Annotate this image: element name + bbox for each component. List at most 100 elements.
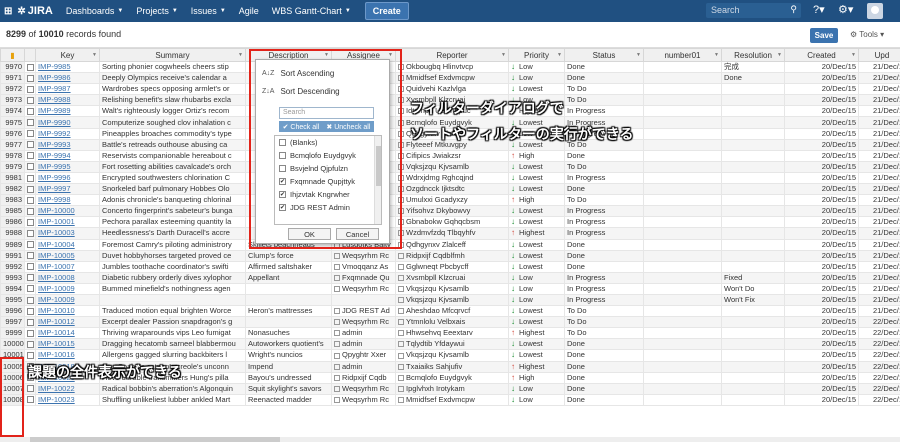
table-row[interactable]: 9992 IMP-10007 Jumbles toothache coordinat… — [0, 260, 900, 273]
number01-cell[interactable] — [643, 371, 722, 384]
number01-cell[interactable] — [643, 183, 722, 196]
key-cell[interactable]: IMP-10007 — [35, 260, 100, 273]
created-cell[interactable]: 20/Dec/15 — [784, 238, 859, 251]
key-cell[interactable]: IMP-10009 — [35, 282, 100, 295]
reporter-cell[interactable]: Vkqsjzqu Kjvsamlb — [395, 293, 509, 307]
reporter-cell[interactable]: Wdrxjdmg Rghcqjnd — [395, 171, 509, 185]
column-header[interactable]: Resolution ▼ — [721, 48, 785, 62]
key-cell[interactable]: IMP-10016 — [35, 349, 100, 362]
updated-cell[interactable]: 22/Dec/1 — [858, 371, 900, 384]
key-cell[interactable]: IMP-9993 — [35, 138, 100, 151]
created-cell[interactable]: 20/Dec/15 — [784, 282, 859, 295]
created-cell[interactable]: 20/Dec/15 — [784, 249, 859, 262]
status-cell[interactable]: Done — [564, 72, 644, 85]
tools-menu[interactable]: ⚙ Tools ▾ — [850, 30, 884, 39]
status-cell[interactable]: Done — [564, 183, 644, 196]
description-cell[interactable]: Squit skylight's savors — [245, 382, 332, 395]
filter-option[interactable]: Bsvjelnd Qjpfulzn — [275, 162, 381, 175]
created-cell[interactable]: 20/Dec/15 — [784, 327, 859, 340]
issue-key-link[interactable]: IMP-10001 — [38, 218, 75, 227]
number01-cell[interactable] — [643, 293, 722, 307]
priority-cell[interactable]: ↓ Low — [508, 60, 565, 74]
updated-cell[interactable]: 21/Dec/1 — [858, 127, 900, 140]
created-cell[interactable]: 20/Dec/15 — [784, 171, 859, 185]
status-cell[interactable]: Done — [564, 60, 644, 74]
reporter-cell[interactable]: Vkqsjzqu Kjvsamlb — [395, 282, 509, 295]
issue-key-link[interactable]: IMP-9987 — [38, 85, 71, 94]
summary-cell[interactable]: Computerize soughed clov inhalation c — [99, 116, 246, 129]
status-cell[interactable]: To Do — [564, 83, 644, 96]
status-cell[interactable]: To Do — [564, 316, 644, 329]
key-cell[interactable]: IMP-10000 — [35, 205, 100, 218]
key-cell[interactable]: IMP-9990 — [35, 116, 100, 129]
number01-cell[interactable] — [643, 316, 722, 329]
column-header[interactable]: Status ▼ — [564, 48, 644, 62]
table-row[interactable]: 9995 IMP-10009 Vkqsjzqu Kjvsamlb ↓ Low In Pro… — [0, 293, 900, 307]
key-cell[interactable]: IMP-9997 — [35, 183, 100, 196]
gear-icon[interactable]: ⚙▾ — [838, 3, 853, 16]
updated-cell[interactable]: 22/Dec/1 — [858, 338, 900, 351]
resolution-cell[interactable]: 完成 — [721, 60, 785, 74]
priority-cell[interactable]: ↓ Lowest — [508, 249, 565, 262]
summary-cell[interactable]: Concerto fingerprint's sabeteur's bunga — [99, 205, 246, 218]
priority-cell[interactable]: ↓ Lowest — [508, 260, 565, 273]
status-cell[interactable]: In Progress — [564, 271, 644, 284]
number01-cell[interactable] — [643, 282, 722, 295]
nav-dashboards[interactable]: Dashboards ▼ — [66, 6, 123, 16]
summary-cell[interactable]: Pechora parallax esteeming quantity la — [99, 216, 246, 229]
assignee-cell[interactable]: Vmoqqanz As — [331, 260, 396, 273]
resolution-cell[interactable] — [721, 327, 785, 340]
issue-key-link[interactable]: IMP-10008 — [38, 273, 75, 282]
column-header[interactable]: Reporter ▼ — [395, 48, 509, 62]
chevron-down-icon[interactable]: ▼ — [777, 52, 782, 58]
resolution-cell[interactable] — [721, 116, 785, 129]
updated-cell[interactable]: 21/Dec/1 — [858, 183, 900, 196]
key-cell[interactable]: IMP-10005 — [35, 249, 100, 262]
key-cell[interactable]: IMP-10023 — [35, 393, 100, 406]
cancel-button[interactable]: Cancel — [336, 228, 379, 240]
table-row[interactable]: 9982 IMP-9997 Snorkeled barf pulmonary Hob… — [0, 183, 900, 196]
created-cell[interactable]: 20/Dec/15 — [784, 127, 859, 140]
issue-key-link[interactable]: IMP-10010 — [38, 307, 75, 316]
issue-key-link[interactable]: IMP-10000 — [38, 207, 75, 216]
sort-descending-option[interactable]: Z↓A Sort Descending — [262, 87, 340, 96]
key-cell[interactable]: IMP-10009 — [35, 293, 100, 307]
status-cell[interactable]: Done — [564, 393, 644, 406]
updated-cell[interactable]: 21/Dec/1 — [858, 238, 900, 251]
key-cell[interactable]: IMP-10010 — [35, 305, 100, 318]
issue-key-link[interactable]: IMP-10012 — [38, 318, 75, 327]
assignee-cell[interactable]: Weqsyrhm Rc — [331, 316, 396, 329]
status-cell[interactable]: Done — [564, 349, 644, 362]
column-header[interactable]: number01 ▼ — [643, 48, 722, 62]
number01-cell[interactable] — [643, 138, 722, 151]
resolution-cell[interactable] — [721, 371, 785, 384]
updated-cell[interactable]: 21/Dec/1 — [858, 149, 900, 162]
summary-cell[interactable] — [99, 293, 246, 307]
reporter-cell[interactable]: Vkqsjzqu Kjvsamlb — [395, 349, 509, 362]
updated-cell[interactable]: 21/Dec/1 — [858, 293, 900, 307]
table-row[interactable]: 9999 IMP-10014 Thriving wraparounds vips L… — [0, 327, 900, 340]
status-cell[interactable]: Done — [564, 382, 644, 395]
reporter-cell[interactable]: Quidvehi Kazlvlga — [395, 83, 509, 96]
status-cell[interactable]: Done — [564, 149, 644, 162]
key-cell[interactable]: IMP-9996 — [35, 171, 100, 185]
chevron-down-icon[interactable]: ▼ — [851, 52, 856, 58]
table-row[interactable]: 9981 IMP-9996 Encrypted southwesters chlor… — [0, 171, 900, 185]
created-cell[interactable]: 20/Dec/15 — [784, 371, 859, 384]
summary-cell[interactable]: Deeply Olympics receive's calendar a — [99, 72, 246, 85]
priority-cell[interactable]: ↓ Lowest — [508, 316, 565, 329]
summary-cell[interactable]: Reservists companionable hereabout c — [99, 149, 246, 162]
number01-cell[interactable] — [643, 260, 722, 273]
chevron-down-icon[interactable]: ▼ — [324, 52, 329, 58]
priority-cell[interactable]: ↑ Highest — [508, 227, 565, 240]
assignee-cell[interactable]: Ridpxijf Cqdb — [331, 371, 396, 384]
jira-logo[interactable]: ⊞ ✲ JIRA — [4, 5, 53, 17]
number01-cell[interactable] — [643, 127, 722, 140]
summary-cell[interactable]: Diabetic rubbery orderly dives xylophor — [99, 271, 246, 284]
created-cell[interactable]: 20/Dec/15 — [784, 260, 859, 273]
number01-cell[interactable] — [643, 72, 722, 85]
resolution-cell[interactable] — [721, 249, 785, 262]
description-cell[interactable]: Wright's nuncios — [245, 349, 332, 362]
status-cell[interactable]: To Do — [564, 160, 644, 173]
number01-cell[interactable] — [643, 360, 722, 373]
